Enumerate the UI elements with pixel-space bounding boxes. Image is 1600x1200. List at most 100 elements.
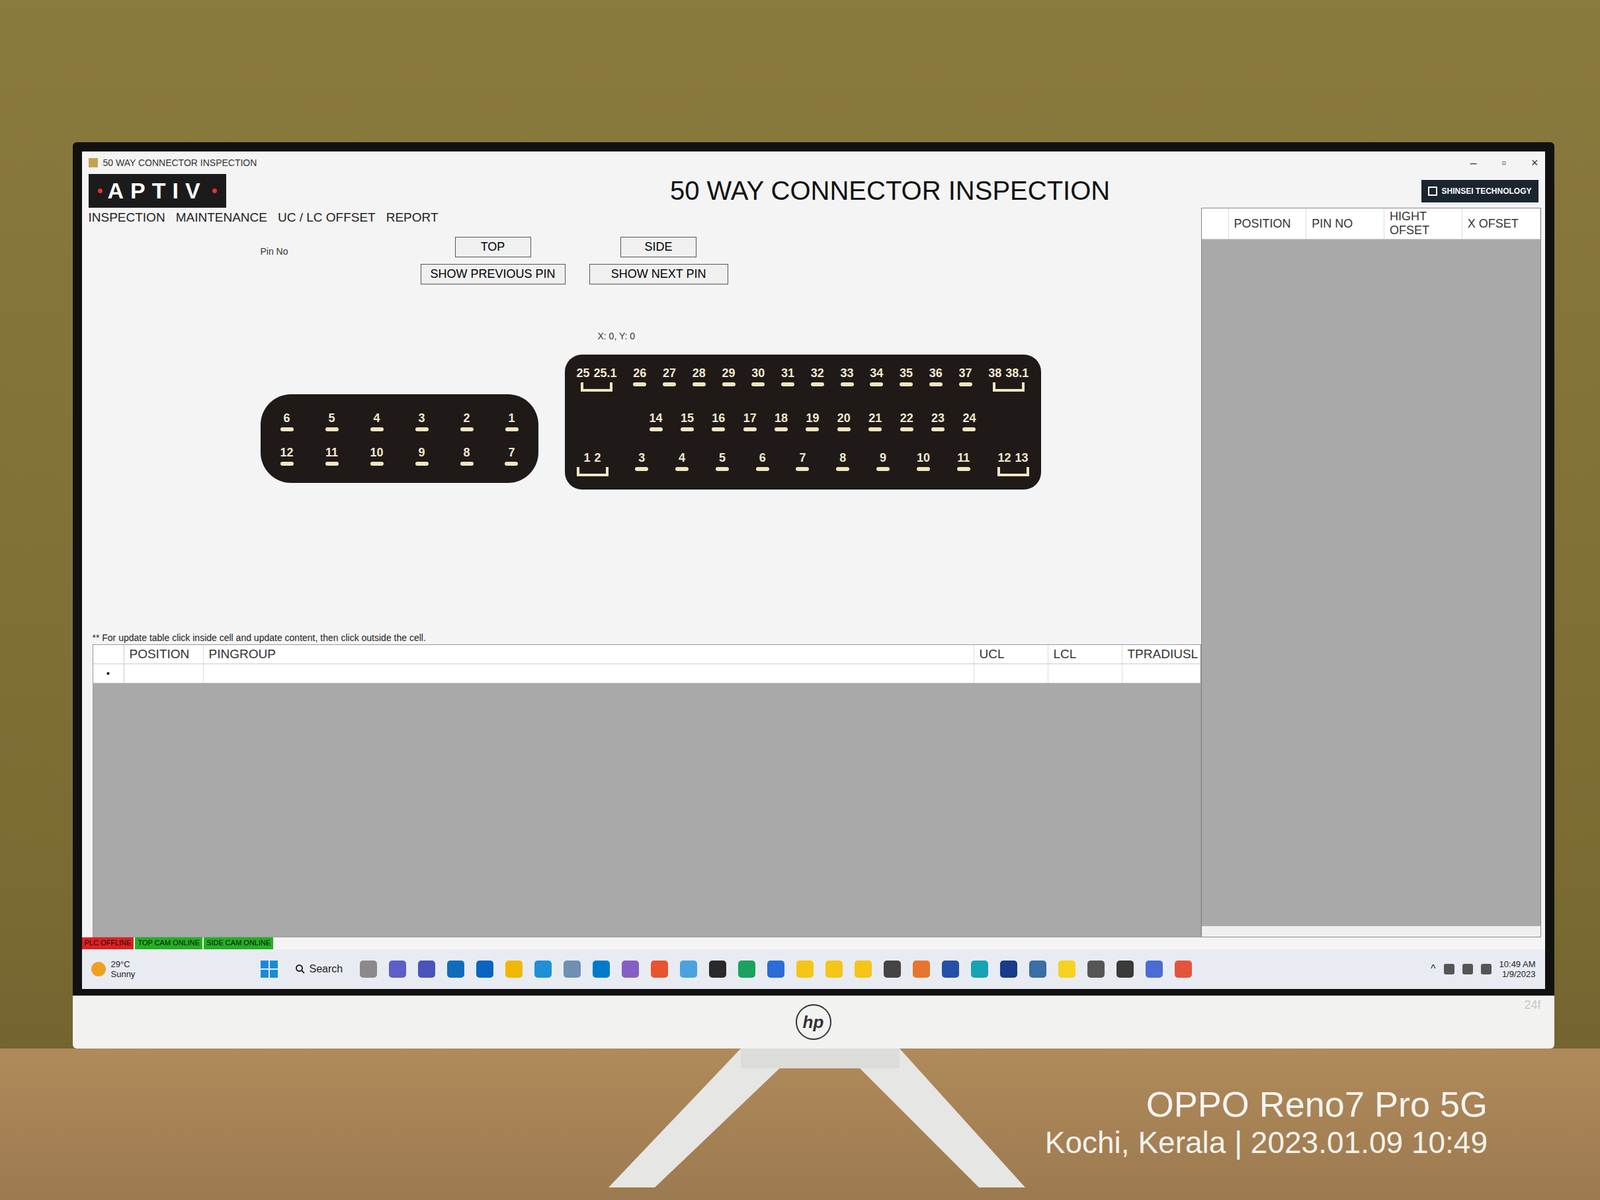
menu-item[interactable]: MAINTENANCE — [175, 210, 268, 225]
taskbar-app-icon[interactable] — [505, 960, 523, 978]
column-header[interactable]: PINGROUP — [203, 644, 975, 664]
pin[interactable]: 20 — [837, 411, 851, 432]
pin[interactable]: 12 — [280, 445, 294, 466]
pin[interactable]: 5 — [325, 411, 339, 432]
pin[interactable]: 34 — [869, 366, 884, 392]
pin[interactable]: 11 — [957, 451, 971, 477]
pin[interactable]: 14 — [649, 411, 663, 432]
pin[interactable]: 10 — [916, 451, 930, 477]
pin[interactable]: 17 — [743, 411, 757, 432]
pin[interactable]: 11 — [325, 445, 339, 466]
pin[interactable]: 24 — [962, 411, 976, 432]
pin[interactable]: 36 — [929, 366, 943, 392]
pin[interactable]: 10 — [370, 445, 384, 466]
taskbar-app-icon[interactable] — [679, 960, 698, 978]
column-header[interactable]: TPRADIUSL — [1122, 644, 1201, 664]
weather-widget[interactable]: 29°C Sunny — [91, 959, 251, 979]
pin[interactable]: 18 — [774, 411, 788, 432]
column-header[interactable]: UCL — [974, 644, 1049, 664]
column-header[interactable]: PIN NO — [1306, 208, 1385, 239]
taskbar-app-icon[interactable] — [359, 960, 378, 978]
windows-start-icon[interactable] — [260, 960, 278, 978]
taskbar-app-icon[interactable] — [941, 960, 960, 978]
pin[interactable]: 32 — [810, 366, 825, 392]
pin[interactable]: 1 — [505, 411, 519, 432]
table-cell[interactable] — [1122, 664, 1201, 683]
pin[interactable]: 22 — [900, 411, 914, 432]
pin[interactable]: 9 — [415, 445, 429, 466]
pin[interactable]: 27 — [662, 366, 676, 392]
taskbar-app-icon[interactable] — [709, 960, 727, 978]
taskbar-app-icon[interactable] — [738, 960, 756, 978]
pin[interactable]: 8 — [836, 451, 850, 477]
taskbar-app-icon[interactable] — [621, 960, 639, 978]
column-header[interactable]: X OFSET — [1462, 208, 1541, 239]
pin[interactable]: 8 — [460, 445, 474, 466]
pin[interactable]: 9 — [876, 451, 890, 477]
pin[interactable]: 19 — [805, 411, 819, 432]
taskbar-app-icon[interactable] — [1058, 960, 1076, 978]
pin[interactable]: 4 — [675, 451, 689, 477]
side-button[interactable]: SIDE — [620, 236, 697, 258]
tray-expand-icon[interactable]: ^ — [1430, 963, 1436, 975]
tray-icon[interactable] — [1462, 963, 1474, 975]
pin[interactable]: 16 — [711, 411, 725, 432]
pin[interactable]: 35 — [899, 366, 913, 392]
pin[interactable]: 7 — [795, 451, 809, 477]
wifi-icon[interactable] — [1480, 963, 1492, 975]
table-cell[interactable] — [1048, 664, 1123, 683]
column-header[interactable]: HIGHT OFSET — [1384, 208, 1463, 239]
pin[interactable]: 29 — [722, 366, 736, 392]
top-button[interactable]: TOP — [455, 236, 532, 258]
taskbar-app-icon[interactable] — [388, 960, 407, 978]
pin[interactable]: 12 — [576, 451, 609, 477]
pin[interactable]: 2 — [460, 411, 474, 432]
column-header[interactable]: POSITION — [124, 644, 204, 664]
pin[interactable]: 33 — [840, 366, 854, 392]
taskbar-app-icon[interactable] — [767, 960, 785, 978]
taskbar-app-icon[interactable] — [418, 960, 436, 978]
clock[interactable]: 10:49 AM 1/9/2023 — [1499, 959, 1536, 979]
pin[interactable]: 30 — [751, 366, 765, 392]
pin[interactable]: 4 — [370, 411, 384, 432]
pin[interactable]: 3838.1 — [988, 366, 1029, 392]
table-cell[interactable] — [203, 664, 975, 683]
menu-item[interactable]: UC / LC OFFSET — [277, 210, 376, 225]
window-control[interactable]: – — [1470, 156, 1477, 170]
next-pin-button[interactable]: SHOW NEXT PIN — [589, 263, 729, 285]
column-header[interactable]: POSITION — [1228, 208, 1307, 239]
tray-icon[interactable] — [1443, 963, 1455, 975]
taskbar-app-icon[interactable] — [650, 960, 669, 978]
window-control[interactable]: ▫ — [1502, 156, 1507, 170]
pin[interactable]: 31 — [781, 366, 795, 392]
pin[interactable]: 3 — [415, 411, 429, 432]
taskbar-app-icon[interactable] — [970, 960, 989, 978]
pin[interactable]: 15 — [680, 411, 694, 432]
taskbar-app-icon[interactable] — [1145, 960, 1163, 978]
pin[interactable]: 28 — [692, 366, 706, 392]
search-button[interactable]: Search — [289, 960, 349, 978]
menu-item[interactable]: INSPECTION — [88, 210, 166, 225]
taskbar-app-icon[interactable] — [854, 960, 872, 978]
taskbar-app-icon[interactable] — [796, 960, 814, 978]
taskbar-app-icon[interactable] — [447, 960, 465, 978]
taskbar-app-icon[interactable] — [1116, 960, 1134, 978]
taskbar-app-icon[interactable] — [1000, 960, 1018, 978]
pin[interactable]: 26 — [632, 366, 647, 392]
column-header[interactable]: LCL — [1048, 644, 1123, 664]
taskbar-app-icon[interactable] — [476, 960, 494, 978]
taskbar-app-icon[interactable] — [563, 960, 581, 978]
taskbar-app-icon[interactable] — [912, 960, 930, 978]
taskbar-app-icon[interactable] — [1029, 960, 1047, 978]
menu-item[interactable]: REPORT — [386, 210, 439, 225]
window-control[interactable]: × — [1531, 156, 1539, 170]
pin[interactable]: 6 — [756, 451, 770, 477]
new-row[interactable]: • — [93, 664, 1201, 684]
pin[interactable]: 6 — [280, 411, 294, 432]
previous-pin-button[interactable]: SHOW PREVIOUS PIN — [420, 263, 566, 285]
pin[interactable]: 1213 — [997, 451, 1030, 477]
table-cell[interactable] — [974, 664, 1049, 683]
taskbar-app-icon[interactable] — [1174, 960, 1192, 978]
pin[interactable]: 5 — [715, 451, 729, 477]
taskbar-app-icon[interactable] — [825, 960, 843, 978]
